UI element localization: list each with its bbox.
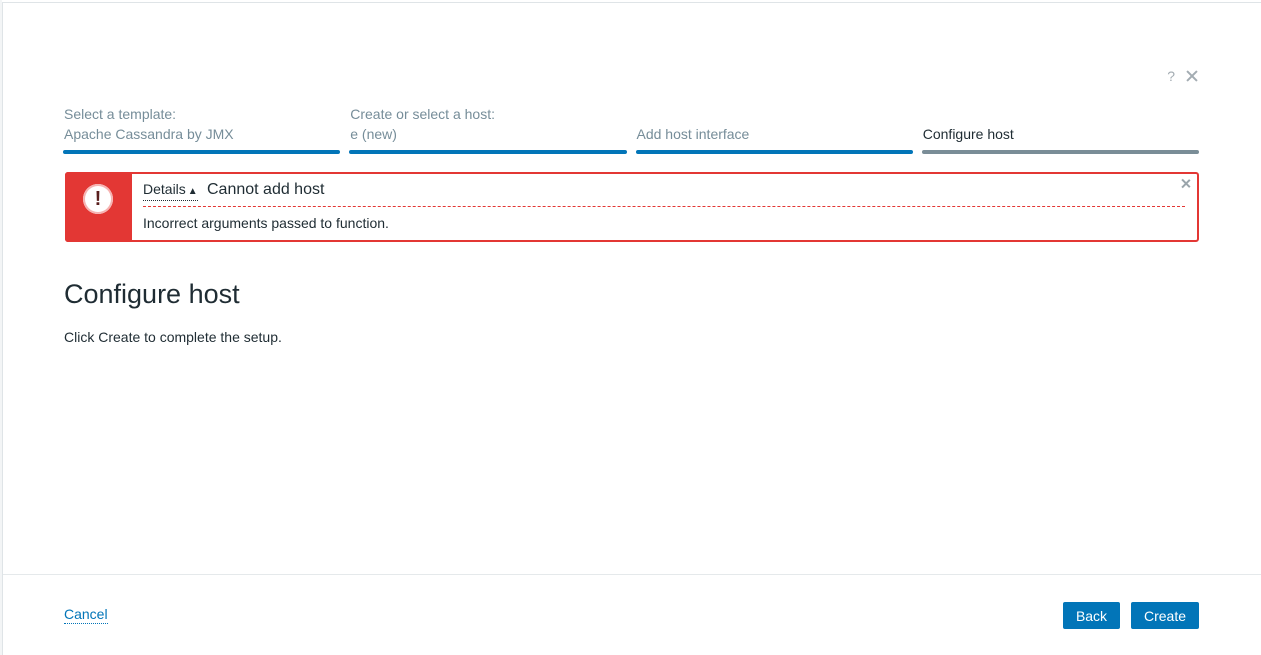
step-select-template: Select a template: Apache Cassandra by J… [63, 104, 341, 154]
footer-divider [3, 574, 1261, 575]
step-configure-host: Configure host [921, 104, 1199, 154]
step-label: Select a template: [64, 106, 177, 122]
step-label: Create or select a host: [350, 106, 495, 122]
alert-icon-panel: ! [65, 172, 132, 242]
step-value: Add host interface [636, 126, 750, 142]
page-description: Click Create to complete the setup. [64, 329, 282, 345]
step-value: Configure host [922, 126, 1014, 142]
dialog-header-controls: ? [1167, 68, 1199, 84]
details-label: Details [143, 181, 186, 197]
help-icon[interactable]: ? [1167, 68, 1175, 84]
page-title: Configure host [64, 279, 240, 309]
step-select-host: Create or select a host: e (new) [349, 104, 627, 154]
alert-title: Cannot add host [207, 181, 325, 198]
alert-divider [143, 206, 1185, 207]
details-toggle[interactable]: Details ▲ [143, 181, 198, 201]
cancel-link[interactable]: Cancel [64, 606, 108, 624]
step-progress-bar [349, 150, 627, 154]
step-progress-bar [921, 150, 1199, 154]
alert-message: Incorrect arguments passed to function. [143, 215, 389, 231]
step-add-interface: Add host interface [635, 104, 913, 154]
step-progress-bar [635, 150, 913, 154]
error-alert: ! Details ▲ Cannot add host Incorrect arg… [65, 172, 1199, 242]
step-value: e (new) [350, 126, 397, 142]
back-button[interactable]: Back [1063, 602, 1120, 629]
alert-close-icon[interactable] [1181, 178, 1191, 188]
wizard-steps: Select a template: Apache Cassandra by J… [63, 104, 1199, 154]
exclamation-icon: ! [83, 184, 113, 214]
close-icon[interactable] [1185, 69, 1199, 83]
create-button[interactable]: Create [1131, 602, 1199, 629]
step-progress-bar [63, 150, 341, 154]
step-value: Apache Cassandra by JMX [64, 126, 234, 142]
caret-up-icon: ▲ [187, 186, 198, 197]
